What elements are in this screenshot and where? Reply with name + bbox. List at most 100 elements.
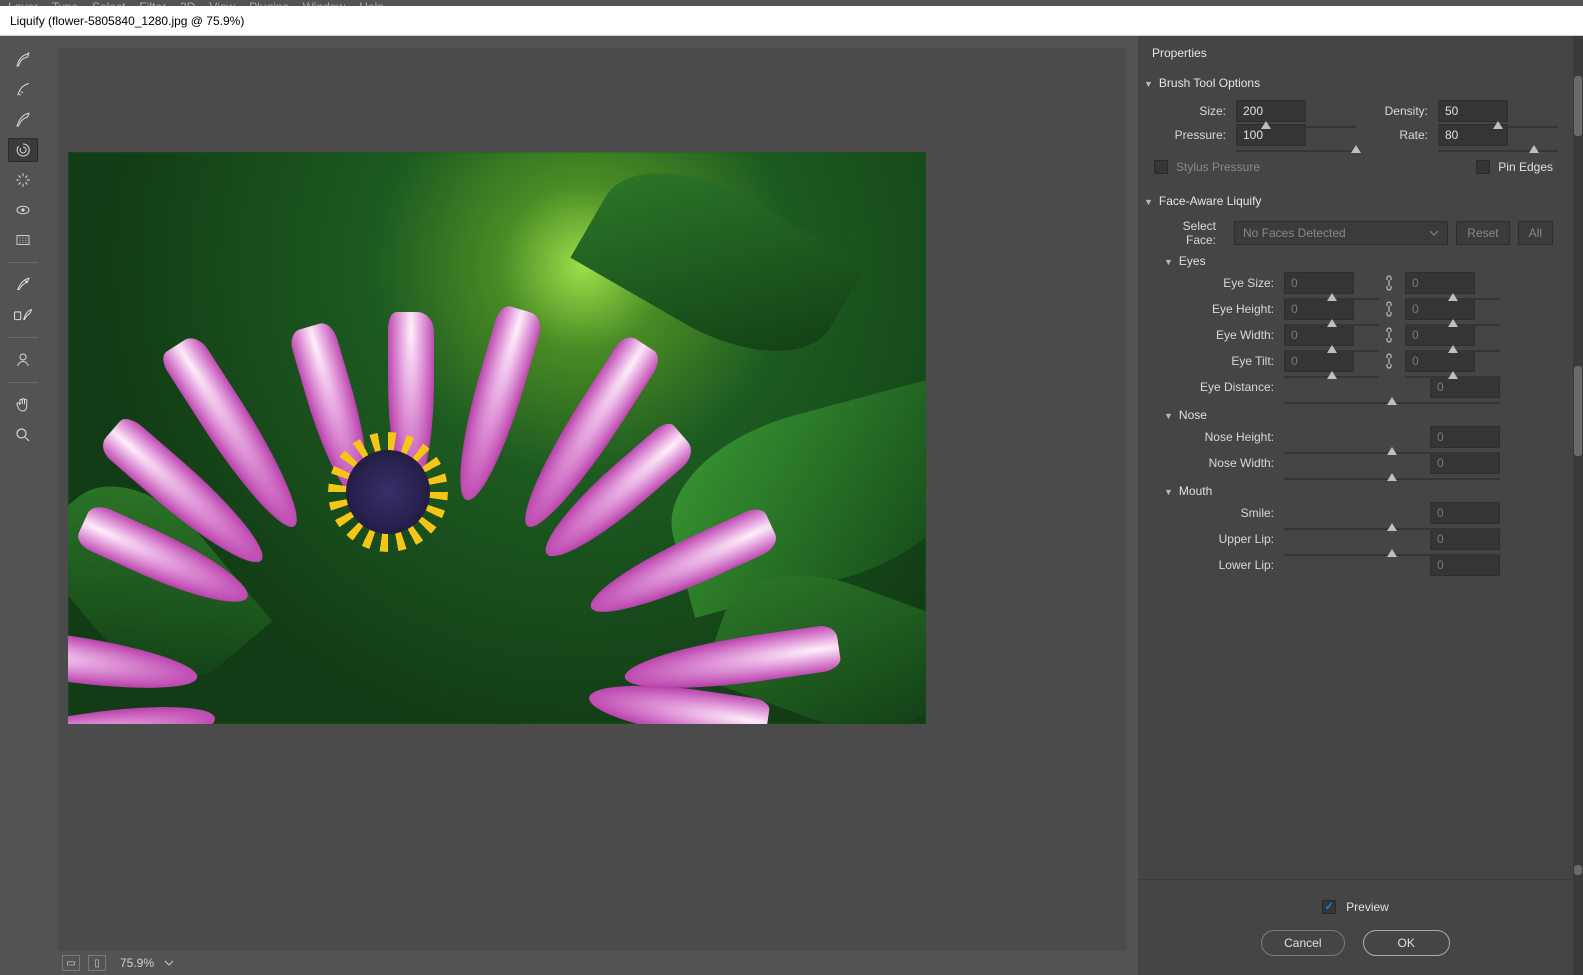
nose-height-input[interactable]: 0 xyxy=(1430,426,1500,448)
eyes-section-label: Eyes xyxy=(1179,254,1206,268)
eye-width-right-input[interactable]: 0 xyxy=(1405,324,1475,346)
chevron-down-icon xyxy=(1429,228,1439,238)
canvas-statusbar: ▭ ▯ 75.9% xyxy=(58,951,1126,975)
brush-section-label: Brush Tool Options xyxy=(1159,76,1260,90)
select-face-label: Select Face: xyxy=(1154,219,1226,247)
stylus-pressure-label: Stylus Pressure xyxy=(1176,160,1260,174)
menu-type[interactable]: Type xyxy=(52,0,78,6)
nose-subsection-header[interactable]: Nose xyxy=(1154,402,1553,424)
eye-tilt-label: Eye Tilt: xyxy=(1154,354,1284,368)
smile-label: Smile: xyxy=(1154,506,1284,520)
nose-height-label: Nose Height: xyxy=(1154,430,1284,444)
eye-tilt-left-input[interactable]: 0 xyxy=(1284,350,1354,372)
upper-lip-input[interactable]: 0 xyxy=(1430,528,1500,550)
disclosure-triangle-icon xyxy=(1144,194,1153,208)
freeze-mask-tool-icon[interactable] xyxy=(8,273,38,297)
eye-size-right-input[interactable]: 0 xyxy=(1405,272,1475,294)
pucker-tool-icon[interactable] xyxy=(8,168,38,192)
smile-input[interactable]: 0 xyxy=(1430,502,1500,524)
menu-window[interactable]: Window xyxy=(303,0,346,6)
bloat-tool-icon[interactable] xyxy=(8,198,38,222)
canvas-area: ▭ ▯ 75.9% xyxy=(46,36,1138,975)
toolbar-separator xyxy=(8,382,38,383)
actual-pixels-icon[interactable]: ▯ xyxy=(88,955,106,971)
disclosure-triangle-icon xyxy=(1164,484,1173,498)
nose-width-label: Nose Width: xyxy=(1154,456,1284,470)
disclosure-triangle-icon xyxy=(1164,254,1173,268)
disclosure-triangle-icon xyxy=(1164,408,1173,422)
preview-label: Preview xyxy=(1346,900,1389,914)
menu-layer[interactable]: Layer xyxy=(8,0,38,6)
properties-footer: Preview Cancel OK xyxy=(1138,879,1573,975)
menu-view[interactable]: View xyxy=(209,0,235,6)
zoom-tool-icon[interactable] xyxy=(8,423,38,447)
toolbar-separator xyxy=(8,337,38,338)
mouth-subsection-header[interactable]: Mouth xyxy=(1154,478,1553,500)
properties-header: Properties xyxy=(1138,36,1569,70)
fal-section-label: Face-Aware Liquify xyxy=(1159,194,1262,208)
ok-button[interactable]: OK xyxy=(1363,930,1450,956)
nose-width-input[interactable]: 0 xyxy=(1430,452,1500,474)
dialog-title: Liquify (flower-5805840_1280.jpg @ 75.9%… xyxy=(10,14,244,28)
brush-section-header[interactable]: Brush Tool Options xyxy=(1138,70,1569,96)
mouth-section-label: Mouth xyxy=(1179,484,1212,498)
menu-3d[interactable]: 3D xyxy=(180,0,195,6)
lower-lip-label: Lower Lip: xyxy=(1154,558,1284,572)
menu-select[interactable]: Select xyxy=(92,0,125,6)
eye-distance-label: Eye Distance: xyxy=(1154,380,1284,394)
select-face-value: No Faces Detected xyxy=(1243,226,1346,240)
smooth-tool-icon[interactable] xyxy=(8,108,38,132)
eye-height-label: Eye Height: xyxy=(1154,302,1284,316)
eye-height-left-input[interactable]: 0 xyxy=(1284,298,1354,320)
forward-warp-tool-icon[interactable] xyxy=(8,48,38,72)
size-label: Size: xyxy=(1154,104,1236,118)
eye-size-label: Eye Size: xyxy=(1154,276,1284,290)
eyes-subsection-header[interactable]: Eyes xyxy=(1154,248,1553,270)
nose-section-label: Nose xyxy=(1179,408,1207,422)
eye-tilt-right-input[interactable]: 0 xyxy=(1405,350,1475,372)
select-face-dropdown[interactable]: No Faces Detected xyxy=(1234,221,1448,245)
cancel-button[interactable]: Cancel xyxy=(1261,930,1344,956)
dialog-titlebar: Liquify (flower-5805840_1280.jpg @ 75.9%… xyxy=(0,6,1583,36)
zoom-level[interactable]: 75.9% xyxy=(120,956,154,970)
link-icon[interactable] xyxy=(1379,353,1399,369)
density-label: Density: xyxy=(1356,104,1438,118)
canvas-viewport[interactable] xyxy=(58,48,1126,963)
eye-height-right-input[interactable]: 0 xyxy=(1405,298,1475,320)
reconstruct-tool-icon[interactable] xyxy=(8,78,38,102)
twirl-tool-icon[interactable] xyxy=(8,138,38,162)
toolbar-separator xyxy=(8,262,38,263)
zoom-dropdown-icon[interactable] xyxy=(162,956,176,970)
image-preview xyxy=(68,152,926,724)
upper-lip-label: Upper Lip: xyxy=(1154,532,1284,546)
pin-edges-label: Pin Edges xyxy=(1498,160,1553,174)
push-left-tool-icon[interactable] xyxy=(8,228,38,252)
pin-edges-checkbox[interactable] xyxy=(1476,160,1490,174)
reset-face-button[interactable]: Reset xyxy=(1456,221,1509,245)
size-input[interactable]: 200 xyxy=(1236,100,1306,122)
link-icon[interactable] xyxy=(1379,327,1399,343)
link-icon[interactable] xyxy=(1379,301,1399,317)
fit-screen-icon[interactable]: ▭ xyxy=(62,955,80,971)
hand-tool-icon[interactable] xyxy=(8,393,38,417)
all-face-button[interactable]: All xyxy=(1518,221,1553,245)
eye-size-left-input[interactable]: 0 xyxy=(1284,272,1354,294)
face-tool-icon[interactable] xyxy=(8,348,38,372)
thaw-mask-tool-icon[interactable] xyxy=(8,303,38,327)
lower-lip-input[interactable]: 0 xyxy=(1430,554,1500,576)
eye-width-label: Eye Width: xyxy=(1154,328,1284,342)
menu-help[interactable]: Help xyxy=(359,0,384,6)
density-input[interactable]: 50 xyxy=(1438,100,1508,122)
eye-distance-input[interactable]: 0 xyxy=(1430,376,1500,398)
properties-scrollbar[interactable] xyxy=(1573,36,1583,975)
stylus-pressure-checkbox[interactable] xyxy=(1154,160,1168,174)
preview-checkbox[interactable] xyxy=(1322,900,1336,914)
link-icon[interactable] xyxy=(1379,275,1399,291)
eye-width-left-input[interactable]: 0 xyxy=(1284,324,1354,346)
rate-label: Rate: xyxy=(1356,128,1438,142)
menu-filter[interactable]: Filter xyxy=(139,0,166,6)
pressure-label: Pressure: xyxy=(1154,128,1236,142)
menu-plugins[interactable]: Plugins xyxy=(249,0,288,6)
liquify-toolbar xyxy=(0,36,46,975)
fal-section-header[interactable]: Face-Aware Liquify xyxy=(1138,188,1569,214)
